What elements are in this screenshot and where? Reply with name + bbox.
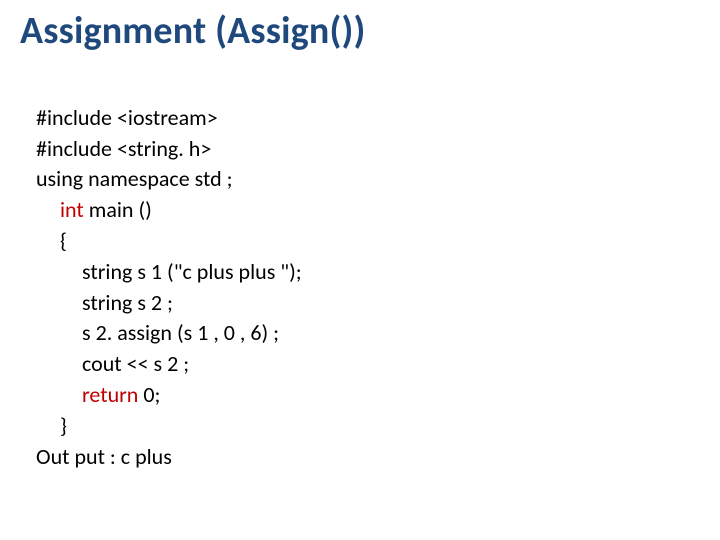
output-line: Out put : c plus [36,443,172,470]
code-line: string s 2 ; [36,288,173,319]
code-line: string s 1 ("c plus plus "); [36,257,302,288]
code-line: s 2. assign (s 1 , 0 , 6) ; [36,318,279,349]
code-line: return 0; [36,380,160,411]
code-line: { [36,226,67,257]
code-line: int main () [36,195,152,226]
keyword-return: return [82,381,143,408]
keyword-int: int [60,196,89,223]
code-line: cout << s 2 ; [36,349,189,380]
code-line: #include <iostream> [36,104,218,131]
slide: Assignment (Assign()) #include <iostream… [0,0,720,540]
code-line: #include <string. h> [36,135,211,162]
code-block: #include <iostream> #include <string. h>… [20,72,700,503]
code-line: } [36,411,67,442]
code-text: main () [89,196,152,223]
code-text: 0; [143,381,160,408]
slide-title: Assignment (Assign()) [20,8,700,54]
code-line: using namespace std ; [36,165,233,192]
